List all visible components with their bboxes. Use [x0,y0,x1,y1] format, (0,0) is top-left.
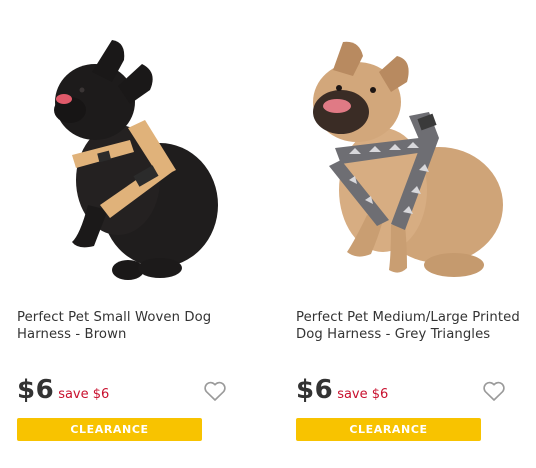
clearance-badge: CLEARANCE [296,418,481,441]
save-amount: save $6 [337,387,389,402]
product-price: $6 [296,375,334,405]
clearance-badge: CLEARANCE [17,418,202,441]
product-image-svg [54,40,218,280]
clearance-label: CLEARANCE [70,423,149,436]
product-image[interactable] [0,20,260,290]
price-row: $6 save $6 [17,375,109,411]
add-to-wishlist-button[interactable] [203,380,227,402]
product-card[interactable]: Perfect Pet Small Woven Dog Harness - Br… [0,0,260,468]
add-to-wishlist-button[interactable] [482,380,506,402]
product-image[interactable] [279,20,536,290]
heart-outline-icon [483,381,505,401]
product-grid: Perfect Pet Small Woven Dog Harness - Br… [0,0,536,468]
clearance-label: CLEARANCE [349,423,428,436]
save-amount: save $6 [58,387,110,402]
product-card[interactable]: Perfect Pet Medium/Large Printed Dog Har… [279,0,536,468]
product-title[interactable]: Perfect Pet Medium/Large Printed Dog Har… [296,310,536,343]
product-title[interactable]: Perfect Pet Small Woven Dog Harness - Br… [17,310,262,343]
dog-illustration [313,41,503,277]
heart-outline-icon [204,381,226,401]
product-image-svg [313,41,503,277]
price-row: $6 save $6 [296,375,388,411]
product-price: $6 [17,375,55,405]
dog-illustration [54,40,218,280]
